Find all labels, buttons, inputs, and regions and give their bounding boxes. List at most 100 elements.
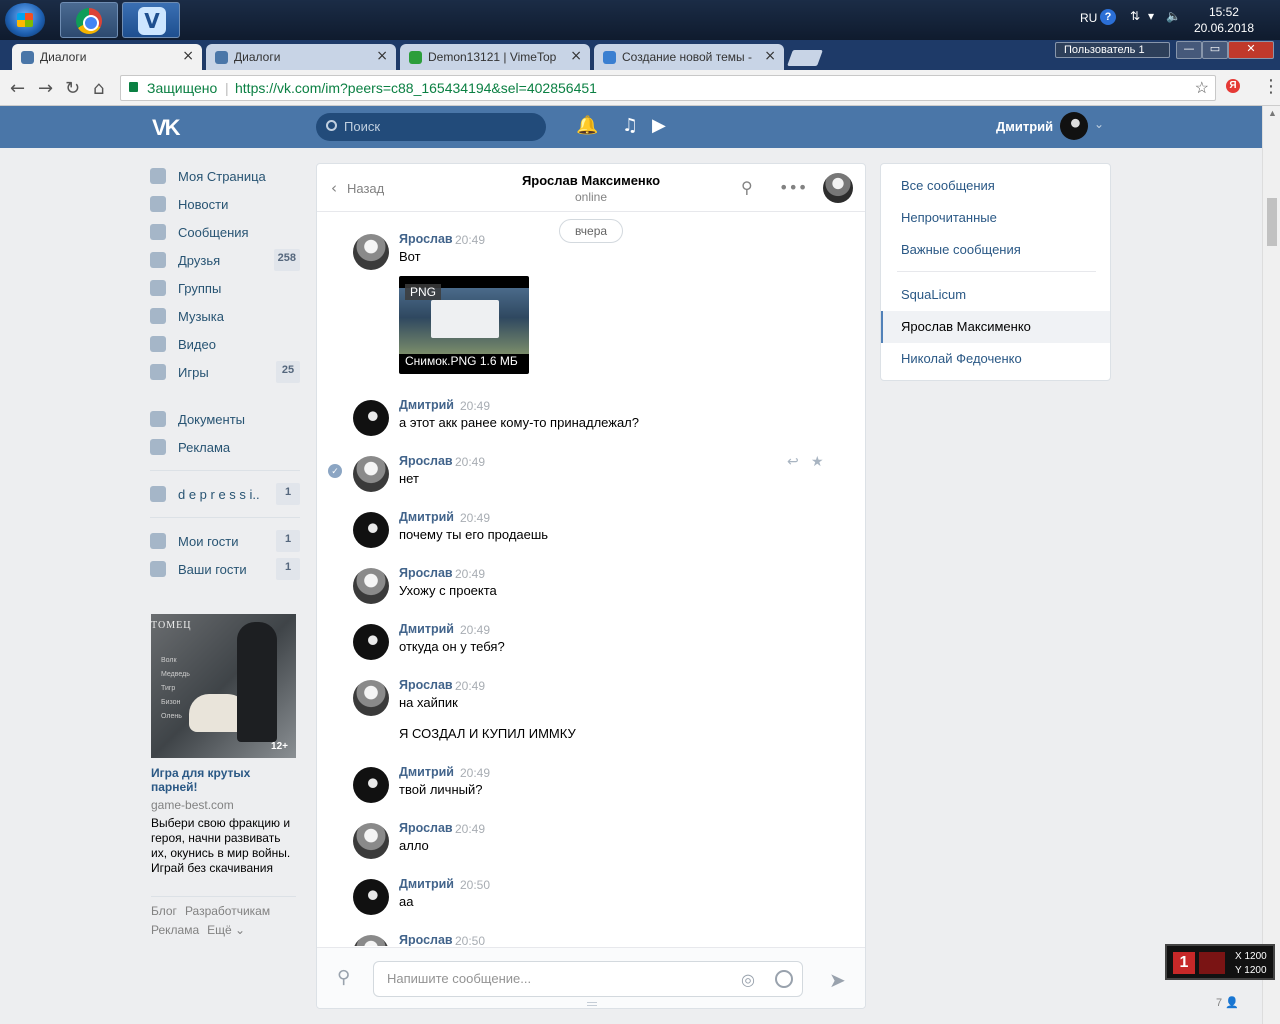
message-author[interactable]: Ярослав bbox=[399, 678, 453, 692]
nav-friends[interactable]: Друзья 258 bbox=[150, 246, 300, 274]
send-icon[interactable]: ➤ bbox=[829, 968, 846, 992]
message-author[interactable]: Ярослав bbox=[399, 821, 453, 835]
chat-link-nikolay[interactable]: Николай Федоченко bbox=[881, 343, 1110, 375]
camera-icon[interactable]: ◎ bbox=[741, 970, 755, 989]
attach-paperclip-icon[interactable]: ⚲ bbox=[337, 967, 350, 988]
filter-unread[interactable]: Непрочитанные bbox=[881, 202, 1110, 234]
search-icon[interactable]: ⚲ bbox=[741, 178, 753, 197]
message-author[interactable]: Дмитрий bbox=[399, 877, 454, 891]
ad-title[interactable]: Игра для крутых парней! bbox=[151, 766, 296, 794]
footer-link-ads[interactable]: Реклама bbox=[151, 923, 199, 937]
forward-arrow-icon[interactable]: → bbox=[38, 78, 53, 99]
nav-groups[interactable]: Группы bbox=[150, 274, 300, 302]
chevron-down-icon[interactable]: ⌄ bbox=[1094, 117, 1104, 131]
help-icon[interactable]: ? bbox=[1100, 9, 1116, 25]
tab-new-topic[interactable]: Создание новой темы - × bbox=[594, 44, 784, 70]
message-author[interactable]: Ярослав bbox=[399, 454, 453, 468]
message-input[interactable]: Напишите сообщение... bbox=[373, 961, 803, 997]
online-count[interactable]: 7 👤 bbox=[1216, 996, 1239, 1009]
play-icon[interactable]: ▶ bbox=[652, 115, 666, 136]
ad-image[interactable]: ТОМЕЦ Волк Медведь Тигр Бизон Олень 12+ bbox=[151, 614, 296, 758]
tab-dialogs[interactable]: Диалоги × bbox=[206, 44, 396, 70]
filter-all-messages[interactable]: Все сообщения bbox=[881, 170, 1110, 202]
nav-music[interactable]: Музыка bbox=[150, 302, 300, 330]
browser-menu-icon[interactable]: ⋮ bbox=[1262, 76, 1280, 97]
message-author[interactable]: Дмитрий bbox=[399, 765, 454, 779]
nav-your-guests[interactable]: Ваши гости 1 bbox=[150, 555, 300, 583]
avatar[interactable] bbox=[353, 935, 389, 946]
avatar[interactable] bbox=[353, 879, 389, 915]
volume-icon[interactable]: 🔈 bbox=[1166, 9, 1181, 23]
taskbar-vime-button[interactable]: V bbox=[122, 2, 180, 38]
chat-link-yaroslav[interactable]: Ярослав Максименко bbox=[881, 311, 1110, 343]
omnibox[interactable]: Защищено | https://vk.com/im?peers=c88_1… bbox=[120, 75, 1216, 101]
emoji-icon[interactable] bbox=[775, 970, 793, 988]
scroll-up-icon[interactable]: ▲ bbox=[1268, 108, 1277, 118]
avatar[interactable] bbox=[353, 456, 389, 492]
nav-group-depressi[interactable]: d e p r e s s i.. 1 bbox=[150, 480, 300, 508]
tab-dialogs-active[interactable]: Диалоги × bbox=[12, 44, 202, 70]
message[interactable]: Ярослав 20:50 bbox=[353, 933, 843, 946]
page-scrollbar[interactable]: ▲ bbox=[1262, 106, 1280, 1024]
nav-news[interactable]: Новости bbox=[150, 190, 300, 218]
nav-my-page[interactable]: Моя Страница bbox=[150, 162, 300, 190]
more-actions-icon[interactable]: ••• bbox=[779, 178, 807, 197]
clock[interactable]: 15:52 20.06.2018 bbox=[1194, 4, 1254, 36]
minimize-button[interactable]: — bbox=[1176, 41, 1202, 59]
footer-link-more[interactable]: Ещё ⌄ bbox=[207, 923, 245, 937]
search-input[interactable]: Поиск bbox=[316, 113, 546, 141]
nav-video[interactable]: Видео bbox=[150, 330, 300, 358]
reply-icon[interactable]: ↩ bbox=[787, 454, 799, 470]
message-author[interactable]: Дмитрий bbox=[399, 622, 454, 636]
close-tab-icon[interactable]: × bbox=[182, 48, 194, 64]
avatar[interactable] bbox=[353, 568, 389, 604]
new-tab-button[interactable] bbox=[787, 50, 823, 66]
avatar[interactable] bbox=[353, 823, 389, 859]
reload-icon[interactable]: ↻ bbox=[65, 78, 80, 99]
message-author[interactable]: Ярослав bbox=[399, 566, 453, 580]
yandex-extension-icon[interactable]: Я bbox=[1226, 79, 1240, 93]
nav-messages[interactable]: Сообщения bbox=[150, 218, 300, 246]
message-author[interactable]: Ярослав bbox=[399, 232, 453, 246]
avatar[interactable] bbox=[353, 400, 389, 436]
footer-link-blog[interactable]: Блог bbox=[151, 904, 177, 918]
message-author[interactable]: Дмитрий bbox=[399, 398, 454, 412]
close-tab-icon[interactable]: × bbox=[570, 48, 582, 64]
tray-expand-icon[interactable]: ▾ bbox=[1148, 9, 1154, 23]
avatar[interactable] bbox=[353, 624, 389, 660]
close-tab-icon[interactable]: × bbox=[376, 48, 388, 64]
resize-grip[interactable] bbox=[587, 1002, 597, 1006]
image-attachment[interactable]: PNG Снимок.PNG 1.6 МБ bbox=[399, 276, 529, 374]
select-check-icon[interactable]: ✓ bbox=[328, 464, 342, 478]
notifications-bell-icon[interactable]: 🔔 bbox=[576, 115, 598, 136]
close-window-button[interactable]: ✕ bbox=[1228, 41, 1274, 59]
avatar[interactable] bbox=[353, 512, 389, 548]
avatar[interactable] bbox=[353, 680, 389, 716]
back-arrow-icon[interactable]: ← bbox=[10, 78, 25, 99]
tab-vimetop[interactable]: Demon13121 | VimeTop × bbox=[400, 44, 590, 70]
footer-link-developers[interactable]: Разработчикам bbox=[185, 904, 270, 918]
scrollbar-thumb[interactable] bbox=[1267, 198, 1277, 246]
peer-avatar[interactable] bbox=[823, 173, 853, 203]
chat-link-squalicum[interactable]: SquaLicum bbox=[881, 279, 1110, 311]
close-tab-icon[interactable]: × bbox=[764, 48, 776, 64]
vk-logo[interactable]: VK bbox=[152, 115, 184, 140]
message-author[interactable]: Ярослав bbox=[399, 933, 453, 946]
star-icon[interactable]: ★ bbox=[811, 454, 824, 470]
maximize-button[interactable]: ▭ bbox=[1202, 41, 1228, 59]
home-icon[interactable]: ⌂ bbox=[93, 78, 104, 99]
avatar[interactable] bbox=[353, 234, 389, 270]
nav-my-guests[interactable]: Мои гости 1 bbox=[150, 527, 300, 555]
profile-button[interactable]: Пользователь 1 bbox=[1055, 42, 1170, 58]
language-indicator[interactable]: RU bbox=[1080, 11, 1097, 25]
start-button[interactable] bbox=[5, 3, 45, 37]
music-note-icon[interactable]: ♫ bbox=[622, 115, 638, 136]
message-author[interactable]: Дмитрий bbox=[399, 510, 454, 524]
ad-block[interactable]: ТОМЕЦ Волк Медведь Тигр Бизон Олень 12+ … bbox=[151, 614, 296, 897]
header-user-name[interactable]: Дмитрий bbox=[996, 119, 1053, 134]
bookmark-star-icon[interactable]: ☆ bbox=[1195, 78, 1209, 98]
header-avatar[interactable] bbox=[1060, 112, 1088, 140]
nav-documents[interactable]: Документы bbox=[150, 405, 300, 433]
taskbar-chrome-button[interactable] bbox=[60, 2, 118, 38]
network-icon[interactable]: ⇅ bbox=[1130, 9, 1140, 23]
